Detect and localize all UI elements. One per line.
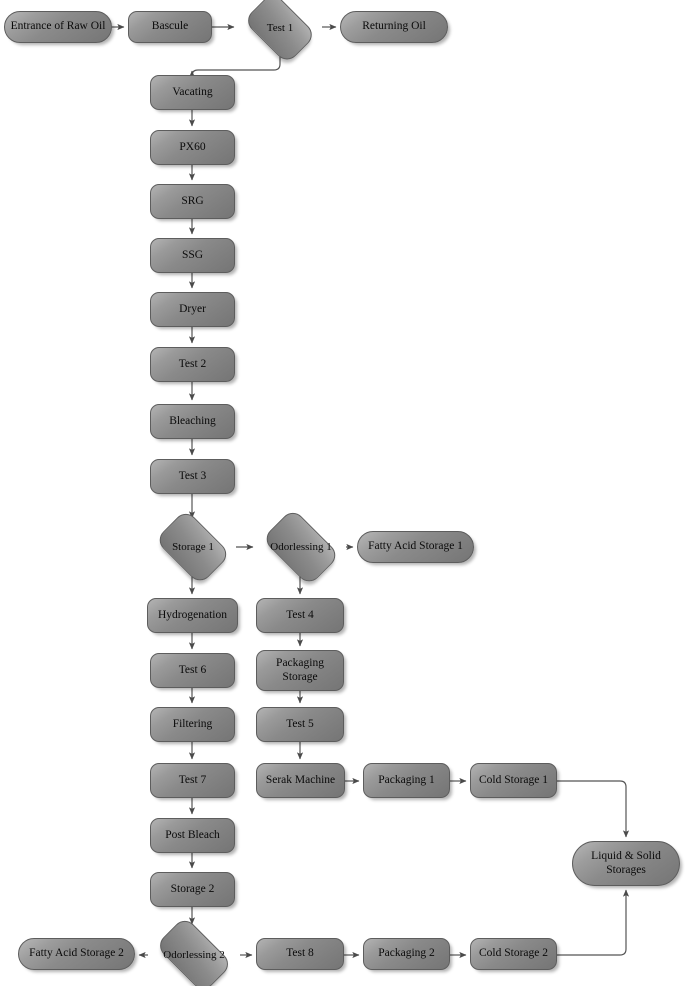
node-ssg[interactable]: SSG bbox=[150, 238, 235, 273]
node-entrance_of_raw_oil[interactable]: Entrance of Raw Oil bbox=[4, 11, 112, 43]
node-filtering[interactable]: Filtering bbox=[150, 707, 235, 742]
node-odorlessing_2[interactable]: Odorlessing 2 bbox=[148, 915, 240, 986]
node-srg[interactable]: SRG bbox=[150, 184, 235, 219]
node-odorlessing_1-label: Odorlessing 1 bbox=[270, 540, 332, 553]
node-px60-label: PX60 bbox=[179, 140, 206, 153]
node-test_1-label: Test 1 bbox=[266, 21, 294, 34]
flowchart-canvas: Entrance of Raw Oil Bascule Test 1 Returnin… bbox=[0, 0, 685, 986]
node-test_4-label: Test 4 bbox=[286, 608, 314, 621]
node-packaging_1[interactable]: Packaging 1 bbox=[363, 763, 450, 798]
node-cold_storage_2-label: Cold Storage 2 bbox=[479, 947, 548, 960]
node-serak_machine-label: Serak Machine bbox=[265, 773, 336, 786]
node-ssg-label: SSG bbox=[181, 248, 204, 261]
node-hydrogenation-label: Hydrogenation bbox=[158, 608, 227, 621]
node-post_bleach-label: Post Bleach bbox=[165, 828, 220, 841]
node-fatty_acid_storage_1-label: Fatty Acid Storage 1 bbox=[368, 540, 463, 553]
node-cold_storage_1-label: Cold Storage 1 bbox=[479, 773, 548, 786]
node-test_5-label: Test 5 bbox=[286, 717, 314, 730]
node-test_3[interactable]: Test 3 bbox=[150, 459, 235, 494]
edge-cold_storage_2-to-liquid_solid_storages bbox=[557, 889, 630, 956]
node-test_5[interactable]: Test 5 bbox=[256, 707, 344, 742]
node-storage_2[interactable]: Storage 2 bbox=[150, 872, 235, 907]
node-fatty_acid_storage_1[interactable]: Fatty Acid Storage 1 bbox=[357, 531, 474, 563]
node-fatty_acid_storage_2[interactable]: Fatty Acid Storage 2 bbox=[18, 938, 135, 970]
node-returning_oil-label: Returning Oil bbox=[362, 20, 426, 33]
node-dryer-label: Dryer bbox=[179, 302, 206, 315]
node-bascule[interactable]: Bascule bbox=[128, 11, 212, 43]
node-packaging_storage-label: Packaging Storage bbox=[276, 657, 324, 683]
node-bleaching[interactable]: Bleaching bbox=[150, 404, 235, 439]
edge-test_1-to-vacating bbox=[188, 56, 281, 78]
node-test_6-label: Test 6 bbox=[178, 663, 207, 676]
node-vacating-label: Vacating bbox=[172, 85, 213, 98]
node-packaging_2[interactable]: Packaging 2 bbox=[363, 938, 450, 970]
node-entrance_of_raw_oil-label: Entrance of Raw Oil bbox=[10, 20, 106, 33]
node-srg-label: SRG bbox=[181, 194, 204, 207]
node-storage_1[interactable]: Storage 1 bbox=[150, 508, 236, 586]
edge-layer bbox=[112, 23, 630, 959]
node-packaging_1-label: Packaging 1 bbox=[378, 773, 435, 786]
node-vacating[interactable]: Vacating bbox=[150, 75, 235, 110]
node-test_8[interactable]: Test 8 bbox=[256, 938, 344, 970]
node-bleaching-label: Bleaching bbox=[169, 414, 216, 427]
node-test_2[interactable]: Test 2 bbox=[150, 347, 235, 382]
node-liquid_solid_storages[interactable]: Liquid & Solid Storages bbox=[572, 841, 680, 886]
node-test_7[interactable]: Test 7 bbox=[150, 763, 235, 798]
node-cold_storage_1[interactable]: Cold Storage 1 bbox=[470, 763, 557, 798]
node-px60[interactable]: PX60 bbox=[150, 130, 235, 165]
node-dryer[interactable]: Dryer bbox=[150, 292, 235, 327]
node-hydrogenation[interactable]: Hydrogenation bbox=[147, 598, 238, 633]
node-test_1[interactable]: Test 1 bbox=[238, 0, 322, 66]
node-bascule-label: Bascule bbox=[151, 20, 189, 33]
node-packaging_storage[interactable]: Packaging Storage bbox=[256, 650, 344, 691]
edge-cold_storage_1-to-liquid_solid_storages bbox=[557, 780, 630, 838]
node-test_3-label: Test 3 bbox=[178, 469, 207, 482]
node-liquid_solid_storages-label: Liquid & Solid Storages bbox=[591, 850, 661, 876]
node-test_4[interactable]: Test 4 bbox=[256, 598, 344, 633]
node-returning_oil[interactable]: Returning Oil bbox=[340, 11, 448, 43]
node-storage_2-label: Storage 2 bbox=[170, 882, 215, 895]
node-test_6[interactable]: Test 6 bbox=[150, 653, 235, 688]
node-test_8-label: Test 8 bbox=[286, 947, 314, 960]
node-test_7-label: Test 7 bbox=[178, 773, 207, 786]
node-post_bleach[interactable]: Post Bleach bbox=[150, 818, 235, 853]
node-storage_1-label: Storage 1 bbox=[172, 540, 214, 553]
node-serak_machine[interactable]: Serak Machine bbox=[256, 763, 345, 798]
node-cold_storage_2[interactable]: Cold Storage 2 bbox=[470, 938, 557, 970]
node-packaging_2-label: Packaging 2 bbox=[378, 947, 435, 960]
node-fatty_acid_storage_2-label: Fatty Acid Storage 2 bbox=[29, 947, 124, 960]
node-odorlessing_2-label: Odorlessing 2 bbox=[163, 948, 225, 961]
node-test_2-label: Test 2 bbox=[178, 357, 207, 370]
node-filtering-label: Filtering bbox=[172, 717, 213, 730]
node-odorlessing_1[interactable]: Odorlessing 1 bbox=[256, 507, 346, 587]
